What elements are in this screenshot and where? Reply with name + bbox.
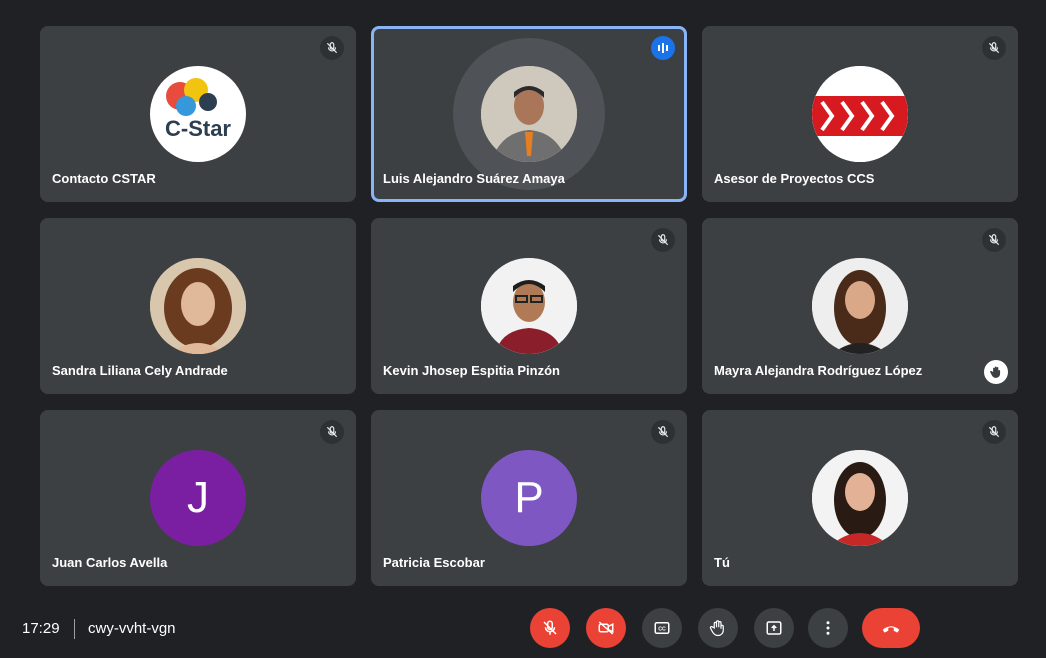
participant-tile[interactable]: Asesor de Proyectos CCS (702, 26, 1018, 202)
raise-hand-button[interactable] (698, 608, 738, 648)
mic-off-icon (982, 36, 1006, 60)
captions-icon: CC (654, 622, 670, 634)
participant-tile-active[interactable]: Luis Alejandro Suárez Amaya (371, 26, 687, 202)
present-button[interactable] (754, 608, 794, 648)
mic-off-icon (982, 228, 1006, 252)
participant-name: Mayra Alejandra Rodríguez López (714, 363, 923, 378)
cstar-logo-avatar: C-Star (150, 66, 246, 162)
participant-name: Contacto CSTAR (52, 171, 156, 186)
participant-tile[interactable]: Kevin Jhosep Espitia Pinzón (371, 218, 687, 394)
mic-off-icon (651, 228, 675, 252)
letter-avatar: P (481, 450, 577, 546)
mic-off-icon (651, 420, 675, 444)
meet-window: C-Star Contacto CSTAR Luis Alejandro Suá… (0, 0, 1046, 658)
captions-button[interactable]: CC (642, 608, 682, 648)
leave-call-button[interactable] (862, 608, 920, 648)
participant-photo (812, 450, 908, 546)
letter-avatar: J (150, 450, 246, 546)
speaking-indicator-icon (651, 36, 675, 60)
participant-name: Asesor de Proyectos CCS (714, 171, 875, 186)
hand-icon (709, 620, 724, 637)
camera-toggle-button[interactable] (586, 608, 626, 648)
meeting-time: 17:29 (22, 620, 60, 637)
participant-tile[interactable]: Mayra Alejandra Rodríguez López (702, 218, 1018, 394)
phone-hangup-icon (882, 626, 900, 633)
mic-off-icon (320, 420, 344, 444)
more-vert-icon (826, 621, 830, 635)
svg-text:CC: CC (658, 626, 666, 632)
divider (74, 619, 75, 639)
camera-off-icon (598, 621, 614, 635)
mic-off-icon (320, 36, 344, 60)
bottom-control-bar: 17:29 cwy-vvht-vgn CC (0, 600, 1046, 658)
participant-name: Luis Alejandro Suárez Amaya (383, 171, 565, 186)
participant-name: Juan Carlos Avella (52, 555, 168, 570)
participant-tile[interactable]: C-Star Contacto CSTAR (40, 26, 356, 202)
participant-tile-self[interactable]: Tú (702, 410, 1018, 586)
mic-off-icon (543, 620, 557, 635)
participant-photo (481, 66, 577, 162)
mic-toggle-button[interactable] (530, 608, 570, 648)
participant-photo (812, 258, 908, 354)
participant-tile[interactable]: J Juan Carlos Avella (40, 410, 356, 586)
participant-name: Tú (714, 555, 730, 570)
participant-name: Patricia Escobar (383, 555, 485, 570)
participant-tile[interactable]: Sandra Liliana Cely Andrade (40, 218, 356, 394)
participant-tile[interactable]: P Patricia Escobar (371, 410, 687, 586)
more-options-button[interactable] (808, 608, 848, 648)
raised-hand-icon (984, 360, 1008, 384)
meeting-code: cwy-vvht-vgn (88, 620, 176, 637)
participant-name: Sandra Liliana Cely Andrade (52, 363, 228, 378)
participant-photo (150, 258, 246, 354)
mic-off-icon (982, 420, 1006, 444)
present-screen-icon (766, 621, 782, 635)
ccs-logo-avatar (812, 66, 908, 162)
svg-text:C-Star: C-Star (165, 116, 231, 141)
participant-name: Kevin Jhosep Espitia Pinzón (383, 363, 560, 378)
participant-photo (481, 258, 577, 354)
